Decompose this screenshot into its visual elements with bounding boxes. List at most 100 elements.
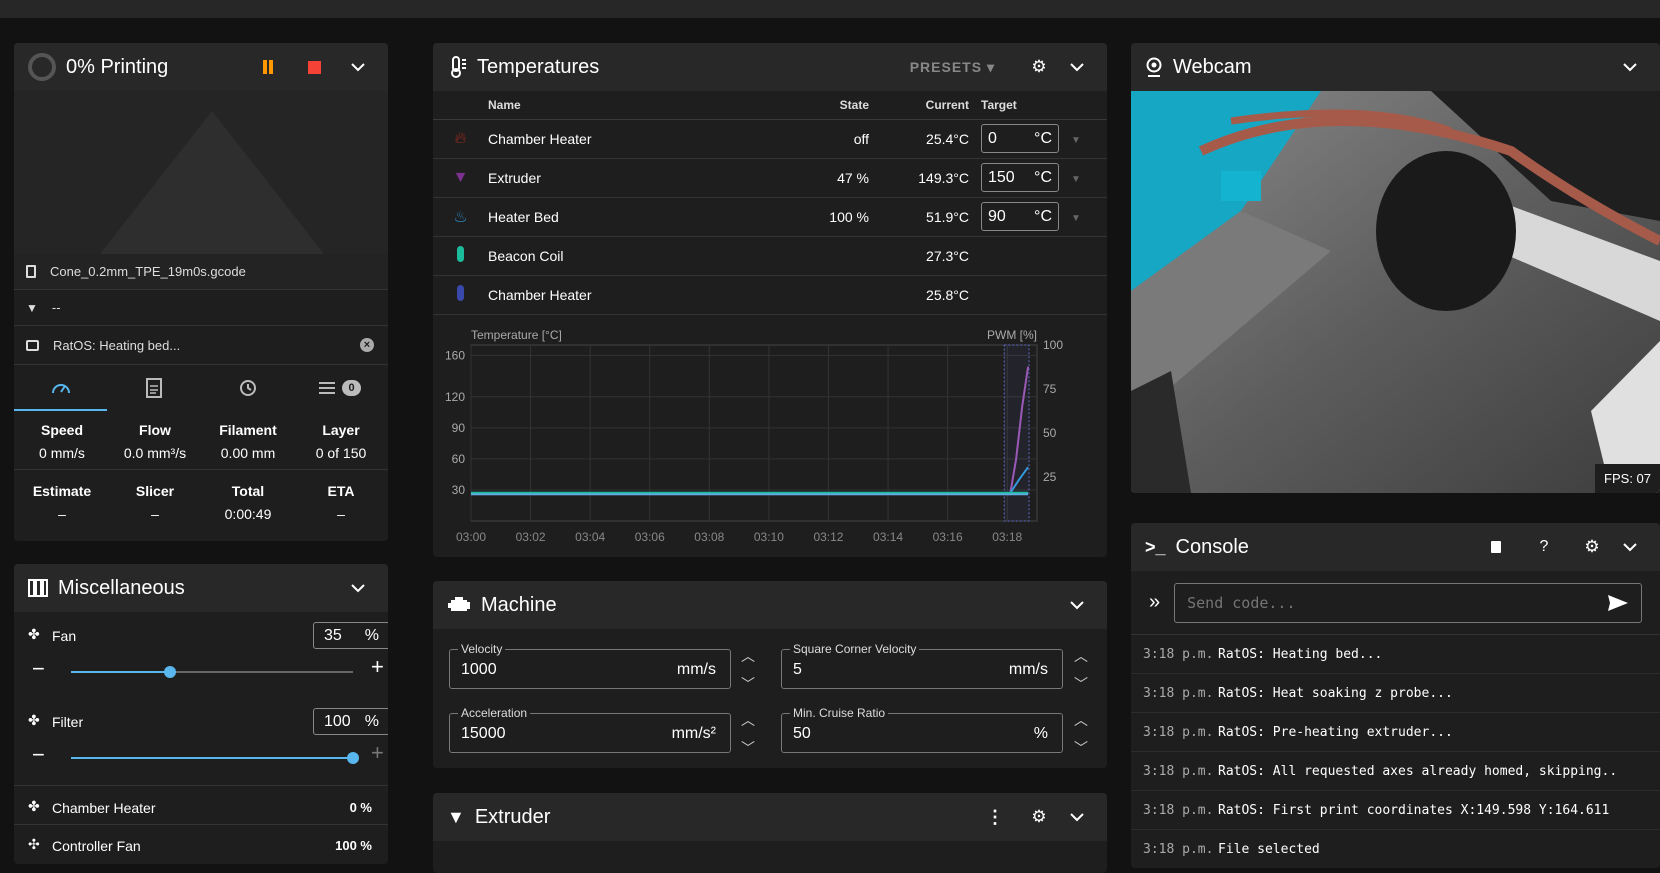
y2-tick-label: 100 xyxy=(1043,338,1063,352)
controller-fan-label: Controller Fan xyxy=(52,838,141,854)
console-icon: >_ xyxy=(1145,536,1166,557)
target-dropdown-icon[interactable]: ▼ xyxy=(1071,174,1081,185)
engine-icon xyxy=(448,597,470,611)
console-help-button[interactable]: ? xyxy=(1528,531,1560,563)
table-row[interactable]: Beacon Coil 27.3°C xyxy=(433,236,1107,276)
fan-increase-button[interactable]: + xyxy=(371,654,384,680)
chevron-down-icon xyxy=(1070,813,1084,822)
accel-increase-button[interactable]: ︿ xyxy=(740,713,756,727)
extruder-settings-button[interactable]: ⚙ xyxy=(1023,801,1055,833)
target-dropdown-icon[interactable]: ▼ xyxy=(1071,135,1081,146)
nozzle-icon: ▼ xyxy=(447,806,465,827)
tab-history[interactable] xyxy=(200,365,293,411)
queue-badge: 0 xyxy=(342,379,361,396)
dismiss-message-button[interactable]: × xyxy=(360,338,374,352)
fan-slider[interactable] xyxy=(71,666,353,678)
machine-header: Machine xyxy=(433,581,1107,629)
mcr-decrease-button[interactable]: ﹀ xyxy=(1073,741,1089,755)
stop-button[interactable] xyxy=(298,51,330,83)
scv-decrease-button[interactable]: ﹀ xyxy=(1073,677,1089,691)
status-panel: 0% Printing Cone_0.2mm_TPE_19m0s.gcode ▼… xyxy=(14,43,388,541)
stat-layer: Layer 0 of 150 xyxy=(315,422,367,461)
y2-tick-label: 75 xyxy=(1043,382,1057,396)
min-cruise-ratio-input[interactable]: Min. Cruise Ratio 50% xyxy=(781,706,1063,753)
filter-input[interactable]: 100% xyxy=(313,708,388,735)
x-tick-label: 03:14 xyxy=(873,530,903,544)
message-icon xyxy=(26,339,39,351)
collapse-misc-button[interactable] xyxy=(342,572,374,604)
extruder-menu-button[interactable]: ⋮ xyxy=(979,801,1011,833)
speedometer-icon xyxy=(51,383,70,393)
target-input[interactable]: 90 °C xyxy=(981,202,1059,231)
history-icon xyxy=(239,379,256,396)
collapse-console-button[interactable] xyxy=(1614,531,1646,563)
thumbnail xyxy=(14,91,388,254)
cone-preview-image xyxy=(100,111,324,254)
temperatures-panel: Temperatures PRESETS ▾ ⚙ Name State Curr… xyxy=(433,43,1107,557)
filter-icon: ✤ xyxy=(28,712,40,728)
command-history-button[interactable]: » xyxy=(1149,591,1160,614)
col-name: Name xyxy=(488,91,801,120)
console-title: Console xyxy=(1175,535,1249,558)
fire-icon: 🔥︎ xyxy=(454,129,467,147)
col-current: Current xyxy=(881,91,981,120)
acceleration-input[interactable]: Acceleration 15000 mm/s² xyxy=(449,706,731,753)
misc-header: Miscellaneous xyxy=(14,564,388,612)
console-settings-button[interactable]: ⚙ xyxy=(1576,531,1608,563)
target-dropdown-icon[interactable]: ▼ xyxy=(1071,213,1081,224)
table-row[interactable]: ♨ Heater Bed 100 % 51.9°C 90 °C ▼ xyxy=(433,197,1107,237)
table-row[interactable]: 🔥︎ Chamber Heater off 25.4°C 0 °C ▼ xyxy=(433,119,1107,159)
webcam-image xyxy=(1131,91,1660,493)
chevron-down-icon xyxy=(351,63,365,72)
tab-status[interactable] xyxy=(14,365,107,411)
filter-increase-button[interactable]: + xyxy=(371,740,384,766)
fan-input[interactable]: 35% xyxy=(313,622,388,649)
collapse-status-button[interactable] xyxy=(342,51,374,83)
stop-icon xyxy=(307,60,321,74)
table-row[interactable]: ▼ Extruder 47 % 149.3°C 150 °C ▼ xyxy=(433,158,1107,198)
y-tick-label: 30 xyxy=(452,482,466,496)
stat-eta: ETA – xyxy=(327,483,355,522)
filter-slider[interactable] xyxy=(71,752,359,764)
thermometer-icon xyxy=(457,285,464,301)
trash-icon xyxy=(1491,541,1501,553)
extruder-header: ▼ Extruder ⋮ ⚙ xyxy=(433,793,1107,841)
velocity-increase-button[interactable]: ︿ xyxy=(740,649,756,663)
presets-button[interactable]: PRESETS ▾ xyxy=(910,59,995,76)
collapse-machine-button[interactable] xyxy=(1061,589,1093,621)
tab-queue[interactable]: 0 xyxy=(293,365,386,411)
tab-files[interactable] xyxy=(107,365,200,411)
status-tabs: 0 xyxy=(14,364,388,411)
webcam-stream[interactable]: FPS: 07 xyxy=(1131,91,1660,493)
send-icon[interactable] xyxy=(1607,594,1629,612)
velocity-decrease-button[interactable]: ﹀ xyxy=(740,677,756,691)
target-input[interactable]: 150 °C xyxy=(981,163,1059,192)
y-axis-label: Temperature [°C] xyxy=(471,328,562,342)
table-row[interactable]: Chamber Heater 25.8°C xyxy=(433,275,1107,315)
chamber-heater-fan-label: Chamber Heater xyxy=(52,800,156,816)
chamber-heater-fan-value: 0 % xyxy=(349,800,372,815)
scv-increase-button[interactable]: ︿ xyxy=(1073,649,1089,663)
square-corner-velocity-input[interactable]: Square Corner Velocity 5 mm/s xyxy=(781,642,1063,689)
y-tick-label: 160 xyxy=(445,348,465,362)
clear-console-button[interactable] xyxy=(1480,531,1512,563)
pause-button[interactable] xyxy=(252,51,284,83)
y2-tick-label: 50 xyxy=(1043,426,1057,440)
collapse-temps-button[interactable] xyxy=(1061,51,1093,83)
accel-decrease-button[interactable]: ﹀ xyxy=(740,741,756,755)
collapse-extruder-button[interactable] xyxy=(1061,801,1093,833)
fan-decrease-button[interactable]: − xyxy=(32,656,45,682)
temp-settings-button[interactable]: ⚙ xyxy=(1023,51,1055,83)
list-item: 3:18 p.m. RatOS: First print coordinates … xyxy=(1131,791,1660,830)
stats-area: Speed 0 mm/s Flow 0.0 mm³/s Filament 0.00 m… xyxy=(14,410,388,530)
extruder-title: Extruder xyxy=(474,805,551,828)
send-code-input[interactable] xyxy=(1187,593,1588,612)
mcr-increase-button[interactable]: ︿ xyxy=(1073,713,1089,727)
filter-decrease-button[interactable]: − xyxy=(32,742,45,768)
send-code-field[interactable] xyxy=(1174,582,1643,623)
list-item: 3:18 p.m. RatOS: Heat soaking z probe... xyxy=(1131,674,1660,713)
filament-row: ▼ -- xyxy=(14,289,388,325)
target-input[interactable]: 0 °C xyxy=(981,124,1059,153)
velocity-input[interactable]: Velocity 1000 mm/s xyxy=(449,642,731,689)
collapse-webcam-button[interactable] xyxy=(1614,51,1646,83)
